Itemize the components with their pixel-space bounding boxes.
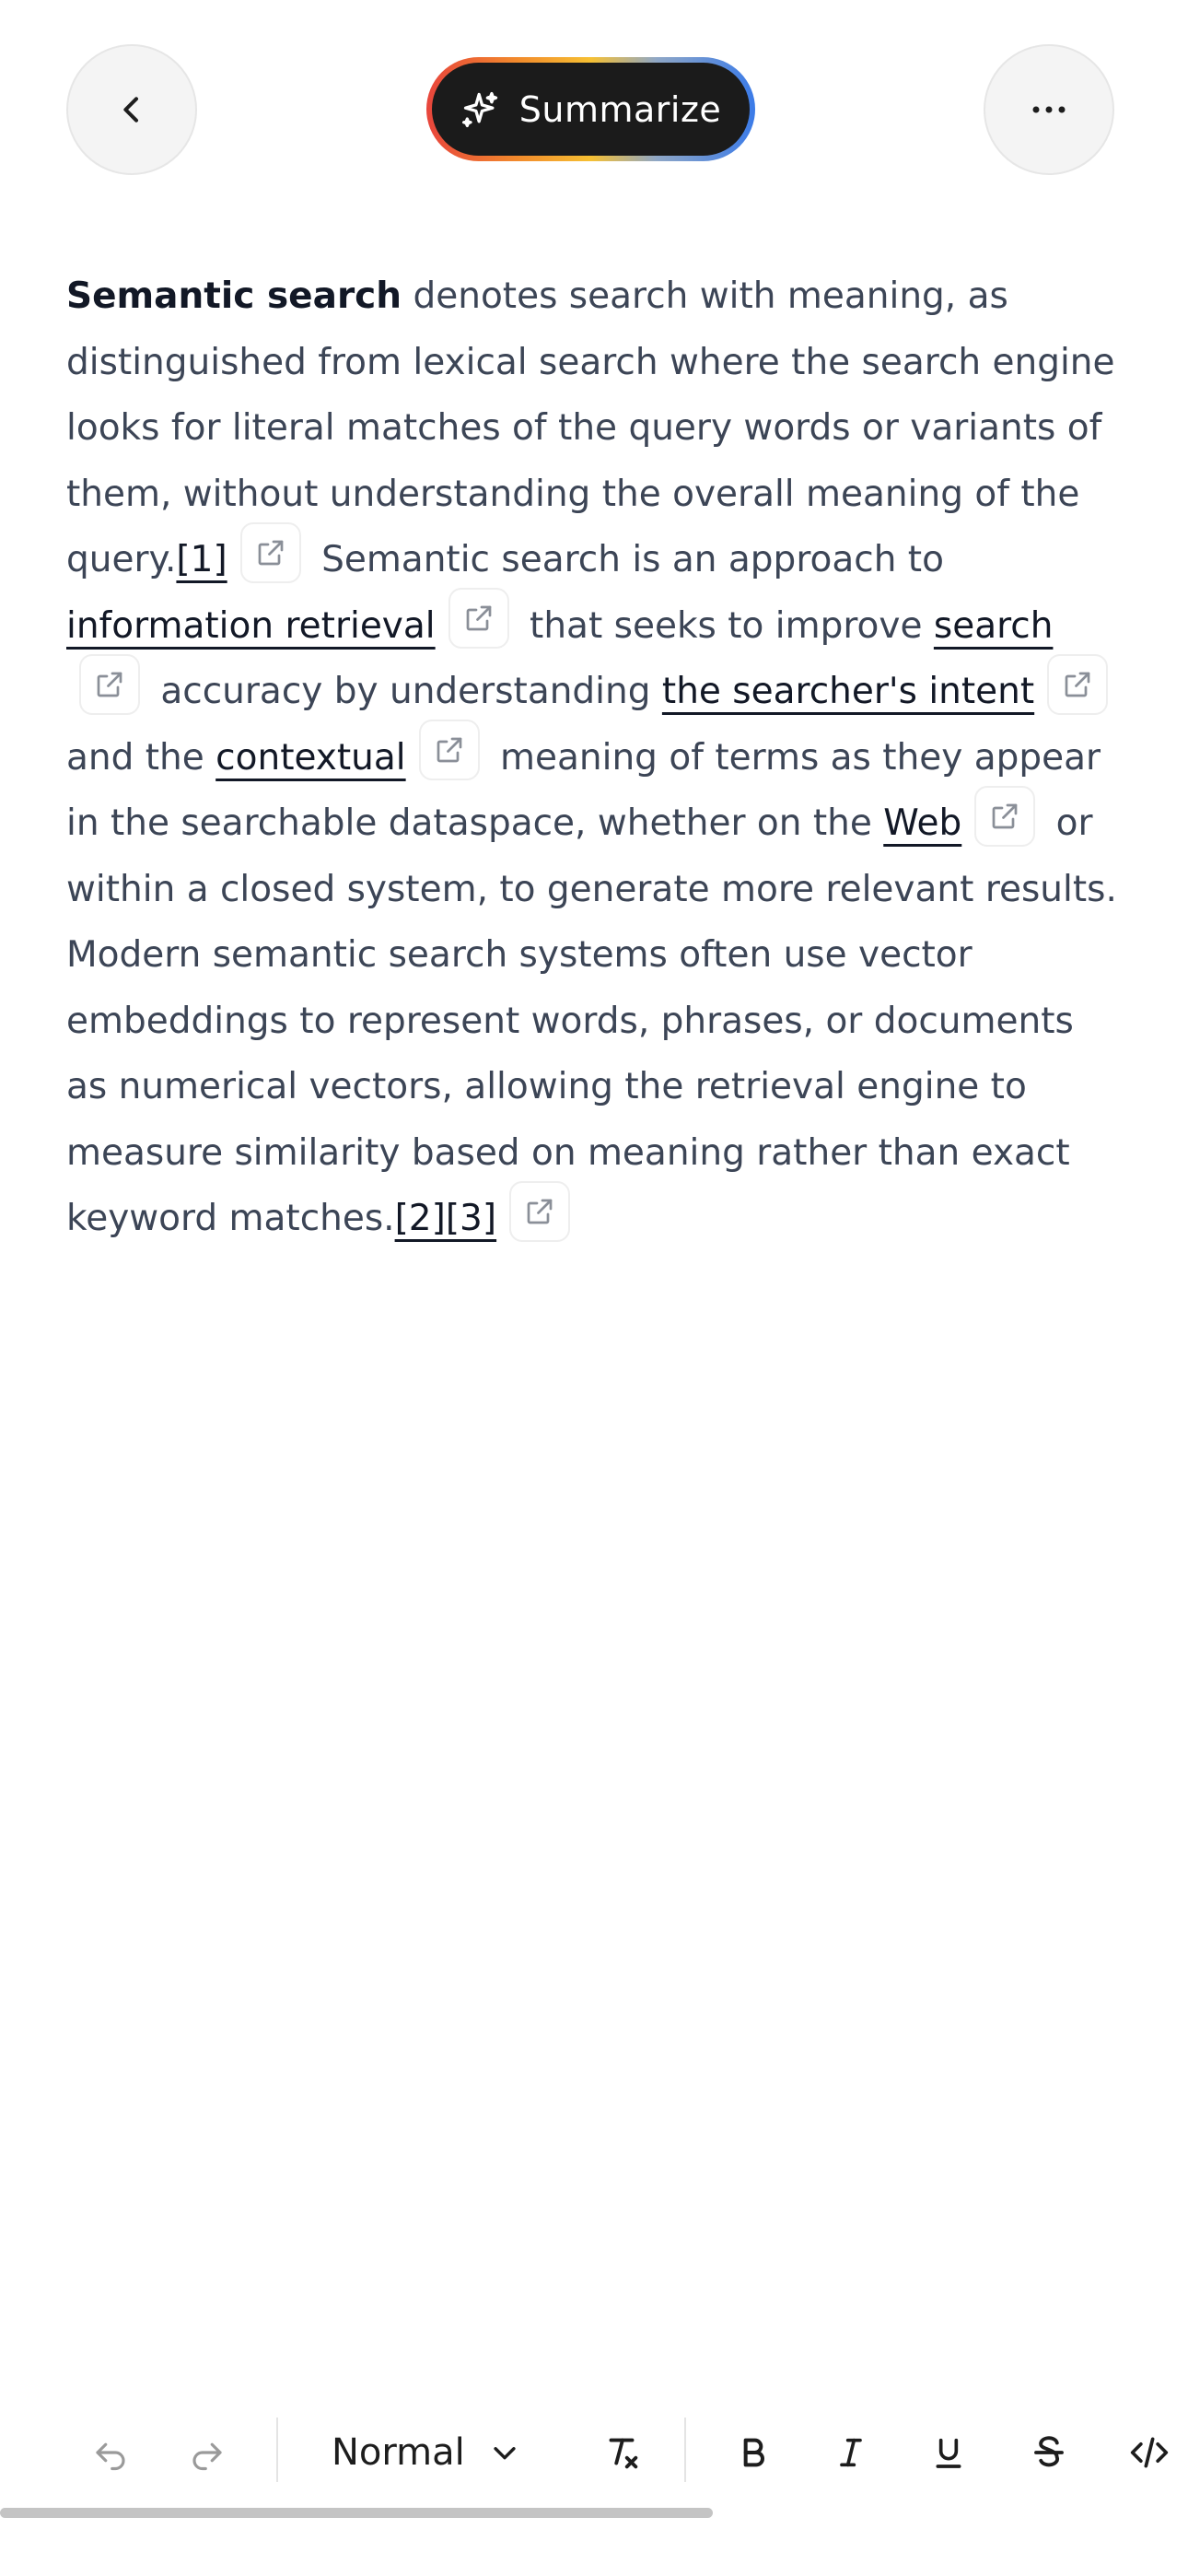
- external-link-icon: [1065, 672, 1090, 697]
- article-term: Semantic search: [66, 275, 402, 317]
- redo-button[interactable]: [180, 2425, 235, 2480]
- article-text: or within a closed system, to generate m…: [66, 802, 1117, 1239]
- code-icon: [1130, 2437, 1169, 2468]
- link-web[interactable]: Web: [883, 802, 961, 844]
- underline-icon: [936, 2438, 961, 2468]
- external-link-icon: [258, 540, 284, 565]
- bold-icon: [743, 2438, 764, 2467]
- citation-link-1[interactable]: [1]: [176, 539, 227, 580]
- strikethrough-button[interactable]: [1021, 2425, 1077, 2480]
- article-text: that seeks to improve: [518, 604, 934, 647]
- strikethrough-icon: [1034, 2436, 1064, 2467]
- external-link-button[interactable]: [1047, 653, 1109, 715]
- redo-icon: [192, 2442, 222, 2471]
- external-link-icon: [527, 1199, 553, 1224]
- link-contextual[interactable]: contextual: [215, 737, 405, 779]
- text-style-value: Normal: [332, 2431, 465, 2474]
- article-text: accuracy by understanding: [149, 671, 662, 712]
- article-text: Semantic search is an approach to: [309, 539, 944, 580]
- undo-icon: [96, 2442, 125, 2471]
- external-link-button[interactable]: [509, 1180, 571, 1242]
- italic-button[interactable]: [823, 2425, 879, 2480]
- external-link-button[interactable]: [974, 785, 1036, 847]
- link-information-retrieval[interactable]: information retrieval: [66, 605, 436, 647]
- external-link-icon: [97, 672, 122, 697]
- text-style-select[interactable]: Normal: [332, 2421, 520, 2484]
- external-link-icon: [466, 605, 491, 631]
- citation-link-2-3[interactable]: [2][3]: [395, 1198, 497, 1239]
- note-editor-screen: Summarize Semantic search denotes search…: [0, 0, 1188, 2576]
- formatting-toolbar: Normal: [0, 2405, 1188, 2500]
- toolbar-divider: [276, 2418, 278, 2482]
- summarize-label: Summarize: [518, 88, 722, 130]
- toolbar-scrollbar[interactable]: [0, 2508, 713, 2518]
- article-body[interactable]: Semantic search denotes search with mean…: [66, 263, 1125, 1252]
- chevron-down-icon: [494, 2447, 516, 2460]
- link-searchers-intent[interactable]: the searcher's intent: [662, 671, 1034, 712]
- summarize-button[interactable]: Summarize: [426, 57, 755, 161]
- italic-icon: [840, 2438, 862, 2467]
- more-options-button[interactable]: [984, 44, 1114, 175]
- bold-button[interactable]: [726, 2425, 781, 2480]
- external-link-button[interactable]: [418, 720, 480, 780]
- summarize-button-inner[interactable]: Summarize: [432, 63, 750, 156]
- back-button[interactable]: [66, 44, 197, 175]
- undo-button[interactable]: [83, 2425, 138, 2480]
- external-link-button[interactable]: [79, 653, 140, 715]
- external-link-icon: [992, 803, 1018, 828]
- underline-button[interactable]: [921, 2425, 976, 2480]
- clear-formatting-icon: [609, 2438, 638, 2469]
- more-horizontal-icon: [1032, 106, 1066, 113]
- external-link-icon: [437, 737, 461, 763]
- external-link-button[interactable]: [448, 588, 509, 649]
- clear-formatting-button[interactable]: [594, 2425, 649, 2480]
- code-button[interactable]: [1122, 2425, 1177, 2480]
- link-search[interactable]: search: [934, 605, 1054, 647]
- toolbar-divider: [684, 2418, 686, 2482]
- article-text: and the: [66, 736, 216, 779]
- sparkle-icon: [461, 91, 497, 127]
- chevron-left-icon: [123, 97, 138, 123]
- external-link-button[interactable]: [239, 521, 301, 583]
- article-text: denotes search with meaning, as distingu…: [66, 275, 1115, 580]
